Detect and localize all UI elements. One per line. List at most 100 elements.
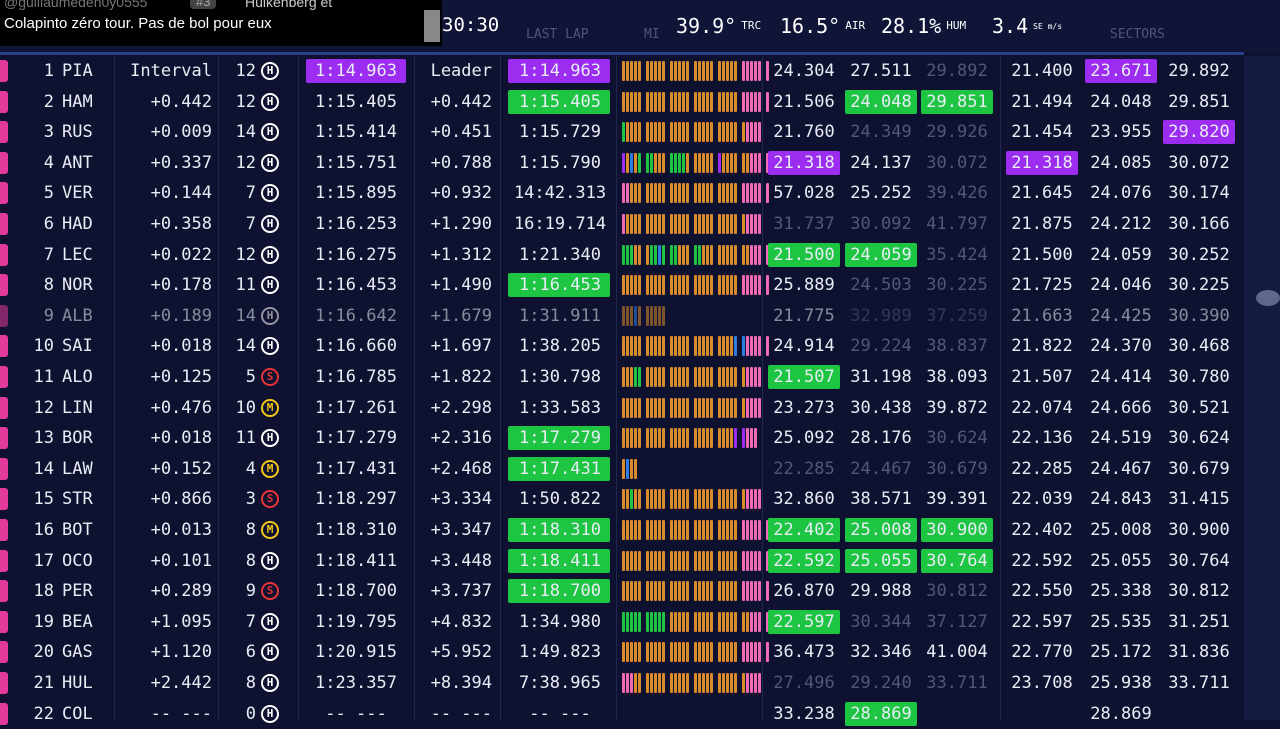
table-row[interactable]: 5 VER +0.144 7 H 1:15.895 +0.932 14:42.313 57.02…: [0, 178, 1244, 208]
humidity: 28.1% HUM: [881, 14, 966, 38]
laps-on-tyre: 7: [245, 611, 256, 632]
tyre-compound-icon: M: [261, 398, 279, 417]
table-row[interactable]: 14 LAW +0.152 4 M 1:17.431 +2.468 1:17.431 22.28…: [0, 454, 1244, 484]
sector-time-3: 29.926: [926, 122, 988, 143]
mini-sector-bar: [730, 244, 733, 265]
sector-time-3: 39.872: [926, 397, 988, 418]
mini-sectors: [622, 611, 769, 632]
mini-sector-bar: [646, 152, 649, 173]
table-row[interactable]: 10 SAI +0.018 14 H 1:16.660 +1.697 1:38.205 24.9…: [0, 331, 1244, 361]
mini-sector-bar: [742, 122, 745, 143]
mini-sector-bar: [670, 214, 673, 234]
table-row[interactable]: 8 NOR +0.178 11 H 1:16.453 +1.490 1:16.453 25.88…: [0, 270, 1244, 300]
mini-sector-bar: [622, 244, 625, 265]
table-row[interactable]: 4 ANT +0.337 12 H 1:15.751 +0.788 1:15.790 21.31…: [0, 148, 1244, 178]
mini-sector-bar: [694, 673, 697, 693]
mini-sector-bar: [698, 214, 701, 234]
mini-sector-bar: [694, 152, 697, 173]
wind-unit: SE m/s: [1033, 22, 1063, 31]
mini-sector-bar: [634, 91, 637, 112]
table-row[interactable]: 16 BOT +0.013 8 M 1:18.310 +3.347 1:18.310 22.40…: [0, 515, 1244, 545]
mini-sector-bar: [638, 673, 641, 693]
interval: +0.022: [150, 244, 212, 265]
table-row[interactable]: 7 LEC +0.022 12 H 1:16.275 +1.312 1:21.340 21.50…: [0, 240, 1244, 270]
mini-sector-bar: [694, 581, 697, 602]
mini-sector-bar: [658, 183, 661, 204]
mini-sector-bar: [662, 581, 665, 602]
mini-sector-bar: [750, 520, 753, 540]
driver-code: LIN: [62, 397, 93, 418]
mini-sector-bar: [626, 458, 629, 479]
mini-sector-bar: [710, 581, 713, 602]
table-row[interactable]: 22 COL -- --- 0 H -- --- -- --- -- --- 33.238 28.…: [0, 699, 1244, 729]
mini-sector-bar: [654, 152, 657, 173]
mini-sector-bar: [674, 489, 677, 510]
table-row[interactable]: 6 HAD +0.358 7 H 1:16.253 +1.290 16:19.714 31.73…: [0, 209, 1244, 239]
mini-sector-bar: [758, 214, 761, 234]
mini-sector-bar: [754, 428, 757, 449]
mini-sector-bar: [754, 489, 757, 510]
mini-sector-bar: [634, 305, 637, 326]
mini-sector-bar: [682, 673, 685, 693]
table-row[interactable]: 13 BOR +0.018 11 H 1:17.279 +2.316 1:17.279 25.0…: [0, 423, 1244, 453]
sector-time-2: 32.989: [850, 305, 912, 326]
table-row[interactable]: 21 HUL +2.442 8 H 1:23.357 +8.394 7:38.965 27.49…: [0, 668, 1244, 698]
tyre-compound-icon: M: [261, 521, 279, 539]
interval: +0.101: [150, 550, 212, 571]
table-row[interactable]: 3 RUS +0.009 14 H 1:15.414 +0.451 1:15.729 21.76…: [0, 117, 1244, 147]
mini-sector-bar: [658, 642, 661, 663]
table-row[interactable]: 18 PER +0.289 9 S 1:18.700 +3.737 1:18.700 26.87…: [0, 576, 1244, 606]
mini-sector-bar: [754, 550, 757, 571]
mini-sector-bar: [626, 367, 629, 387]
driver-code: ANT: [62, 152, 93, 173]
sector-time-3: 37.127: [926, 611, 988, 632]
table-row[interactable]: 19 BEA +1.095 7 H 1:19.795 +4.832 1:34.980 22.59…: [0, 607, 1244, 637]
mini-sector-bar: [622, 642, 625, 663]
mini-sector-bar: [758, 550, 761, 571]
sector-time-2: 29.224: [850, 336, 912, 357]
table-row[interactable]: 2 HAM +0.442 12 H 1:15.405 +0.442 1:15.405 21.50…: [0, 87, 1244, 117]
mini-sector-bar: [638, 489, 641, 510]
sector-time-2: 31.198: [850, 367, 912, 387]
table-row[interactable]: 17 OCO +0.101 8 H 1:18.411 +3.448 1:18.411 22.59…: [0, 546, 1244, 576]
mini-sector-bar: [718, 520, 721, 540]
table-row[interactable]: 12 LIN +0.476 10 M 1:17.261 +2.298 1:33.583 23.2…: [0, 393, 1244, 423]
mini-sector-bar: [698, 122, 701, 143]
mini-sector-bar: [678, 275, 681, 296]
mini-sector-bar: [626, 336, 629, 357]
mini-sector-bar: [650, 214, 653, 234]
chat-overlay: @guillaumeden0y0555 #3 Hulkenberg et Col…: [0, 0, 442, 46]
laps-on-tyre: 0: [245, 703, 256, 724]
mini-sector-bar: [682, 550, 685, 571]
last-lap: 1:38.205: [519, 336, 601, 357]
tyre-compound-icon: H: [261, 123, 279, 142]
mini-sector-bar: [678, 428, 681, 449]
table-row[interactable]: 1 PIA Interval 12 H 1:14.963 Leader 1:14.963 24.…: [0, 56, 1244, 86]
table-row[interactable]: 20 GAS +1.120 6 H 1:20.915 +5.952 1:49.823 36.47…: [0, 637, 1244, 667]
mini-sector-bar: [742, 520, 745, 540]
position: 20: [33, 642, 54, 663]
table-row[interactable]: 11 ALO +0.125 5 S 1:16.785 +1.822 1:30.798 21.50…: [0, 362, 1244, 392]
mini-sector-bar: [754, 642, 757, 663]
best-sector-1: 21.454: [1011, 122, 1073, 143]
mini-sector-bar: [742, 61, 745, 81]
table-row[interactable]: 9 ALB +0.189 14 H 1:16.642 +1.679 1:31.911 21.77…: [0, 301, 1244, 331]
sector-time-2: 30.344: [850, 611, 912, 632]
mini-sector-bar: [650, 91, 653, 112]
table-row[interactable]: 15 STR +0.866 3 S 1:18.297 +3.334 1:50.822 32.86…: [0, 484, 1244, 514]
mini-sector-bar: [746, 336, 749, 357]
mini-sector-bar: [686, 122, 689, 143]
sector-time-2: 24.059: [850, 244, 912, 265]
mini-sector-bar: [646, 336, 649, 357]
mini-sector-bar: [682, 581, 685, 602]
chat-scrollbar[interactable]: [424, 10, 440, 42]
mini-sector-bar: [674, 275, 677, 296]
mini-sector-bar: [630, 642, 633, 663]
mini-sectors: [622, 397, 762, 418]
mini-sector-bar: [730, 91, 733, 112]
mini-sector-bar: [754, 520, 757, 540]
mini-sector-bar: [650, 428, 653, 449]
last-lap: 1:18.700: [519, 581, 601, 602]
mini-sector-bar: [710, 275, 713, 296]
last-lap: 1:18.310: [519, 520, 601, 540]
